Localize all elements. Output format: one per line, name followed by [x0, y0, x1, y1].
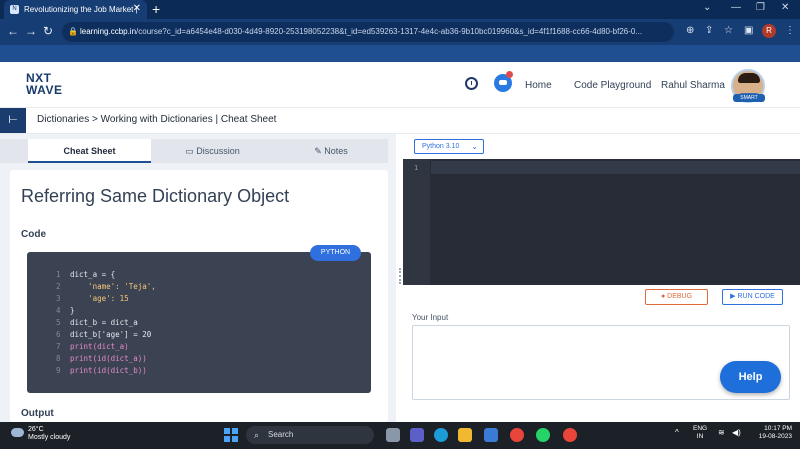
chevron-down-icon[interactable]: ⌄: [703, 2, 711, 13]
language-line1: ENG: [693, 425, 708, 432]
language-badge: PYTHON: [310, 245, 361, 261]
taskbar-search-input[interactable]: ⌕ Search: [246, 426, 374, 444]
file-explorer-icon[interactable]: [386, 428, 400, 442]
chrome-profile-icon[interactable]: [563, 428, 577, 442]
editor-active-line[interactable]: [431, 161, 800, 174]
forward-icon[interactable]: →: [25, 24, 37, 38]
run-code-label: RUN CODE: [737, 293, 775, 300]
restore-icon[interactable]: ❐: [756, 2, 765, 13]
notes-icon: ✎: [314, 146, 325, 156]
folder-icon[interactable]: [458, 428, 472, 442]
teams-icon[interactable]: [410, 428, 424, 442]
your-input-label: Your Input: [412, 313, 449, 322]
sidebar-toggle-button[interactable]: ⊢: [0, 108, 26, 133]
output-heading: Output: [21, 408, 54, 419]
nxtwave-logo[interactable]: NXT WAVE: [26, 72, 62, 96]
stopwatch-icon[interactable]: [465, 77, 478, 90]
run-code-button[interactable]: ▶ RUN CODE: [722, 289, 783, 305]
code-line: 8 print(id(dict_a)): [56, 354, 147, 363]
code-line: 1 dict_a = {: [56, 270, 116, 279]
close-tab-icon[interactable]: ✕: [133, 3, 141, 14]
code-line: 4}: [56, 306, 75, 315]
code-line: 2 'name': 'Teja',: [56, 282, 156, 291]
window-close-icon[interactable]: ✕: [781, 2, 789, 13]
editor-line-number: 1: [414, 164, 419, 172]
nxtwave-favicon-icon: N: [10, 5, 19, 14]
extension-icon[interactable]: ⊕: [686, 25, 694, 36]
code-line: 3 'age': 15: [56, 294, 129, 303]
debug-label: DEBUG: [667, 293, 693, 300]
taskbar-clock[interactable]: 10:17 PM 19-08-2023: [748, 425, 792, 441]
tab-discussion[interactable]: ▭ Discussion: [151, 139, 274, 163]
windows-start-icon[interactable]: [224, 428, 238, 442]
code-line: 9 print(id(dict_b)): [56, 366, 147, 375]
discussion-icon: ▭: [185, 146, 197, 156]
windows-taskbar: [0, 422, 800, 449]
nav-home-link[interactable]: Home: [525, 80, 552, 91]
notification-dot: [506, 71, 513, 78]
top-strip: [0, 45, 800, 62]
user-name[interactable]: Rahul Sharma: [661, 80, 725, 91]
reload-icon[interactable]: ↻: [43, 24, 53, 38]
lock-icon: 🔒: [68, 27, 78, 36]
editor-gutter: [403, 159, 430, 285]
clock-time: 10:17 PM: [764, 425, 792, 432]
profile-avatar[interactable]: R: [762, 24, 776, 38]
code-line: 7 print(dict_a): [56, 342, 129, 351]
url-domain: learning.ccbp.in: [80, 27, 137, 36]
store-icon[interactable]: [484, 428, 498, 442]
menu-kebab-icon[interactable]: ⋮: [785, 25, 795, 36]
code-heading: Code: [21, 229, 46, 240]
logo-line2: WAVE: [26, 83, 63, 97]
back-icon[interactable]: ←: [7, 24, 19, 38]
tab-notes-label: Notes: [324, 146, 348, 156]
code-line: 6 dict_b['age'] = 20: [56, 330, 152, 339]
drag-handle-icon[interactable]: [399, 268, 401, 284]
sidepanel-icon[interactable]: ▣: [744, 25, 753, 36]
clock-date: 19-08-2023: [758, 433, 792, 440]
new-tab-button[interactable]: +: [152, 1, 160, 17]
minimize-icon[interactable]: —: [731, 2, 741, 13]
tab-cheat-sheet[interactable]: Cheat Sheet: [28, 139, 151, 163]
url-input[interactable]: 🔒 learning.ccbp.in/course?c_id=a6454e48-…: [62, 22, 674, 42]
weather-widget[interactable]: 26°C Mostly cloudy: [28, 426, 70, 442]
python-version-select[interactable]: Python 3.10 ⌄: [414, 139, 484, 154]
edge-icon[interactable]: [434, 428, 448, 442]
weather-condition: Mostly cloudy: [28, 434, 71, 441]
python-version-value: Python 3.10: [422, 143, 460, 150]
code-editor[interactable]: [403, 159, 800, 285]
tab-discussion-label: Discussion: [196, 146, 240, 156]
nav-code-playground-link[interactable]: Code Playground: [574, 80, 651, 91]
wifi-icon[interactable]: ≋: [718, 428, 725, 437]
code-line: 5 dict_b = dict_a: [56, 318, 138, 327]
search-icon: ⌕: [254, 430, 260, 440]
page-title: Referring Same Dictionary Object: [21, 186, 290, 206]
star-icon[interactable]: ☆: [724, 25, 733, 36]
debug-button[interactable]: ● DEBUG: [645, 289, 708, 305]
whatsapp-icon[interactable]: [536, 428, 550, 442]
volume-icon[interactable]: ◀): [732, 428, 741, 437]
help-button[interactable]: Help: [720, 361, 781, 393]
avatar-badge: SMART: [733, 94, 765, 102]
tab-notes[interactable]: ✎ Notes: [274, 139, 388, 163]
chrome-icon[interactable]: [510, 428, 524, 442]
browser-tab-title: Revolutionizing the Job Market |: [24, 5, 138, 14]
breadcrumb: Dictionaries > Working with Dictionaries…: [37, 114, 277, 125]
language-line2: IN: [696, 433, 704, 440]
weather-temperature: 26°C: [28, 426, 44, 433]
share-icon[interactable]: ⇪: [705, 25, 713, 36]
tray-chevron-up-icon[interactable]: ^: [675, 428, 679, 437]
weather-cloud-icon[interactable]: [11, 428, 24, 437]
avatar-hair: [738, 73, 760, 83]
language-indicator[interactable]: ENG IN: [693, 425, 707, 441]
taskbar-search-placeholder: Search: [268, 430, 294, 439]
url-path: /course?c_id=a6454e48-d030-4d49-8920-253…: [136, 27, 643, 36]
chevron-down-icon: ⌄: [471, 142, 478, 151]
browser-tab[interactable]: N Revolutionizing the Job Market | ✕: [4, 0, 147, 19]
